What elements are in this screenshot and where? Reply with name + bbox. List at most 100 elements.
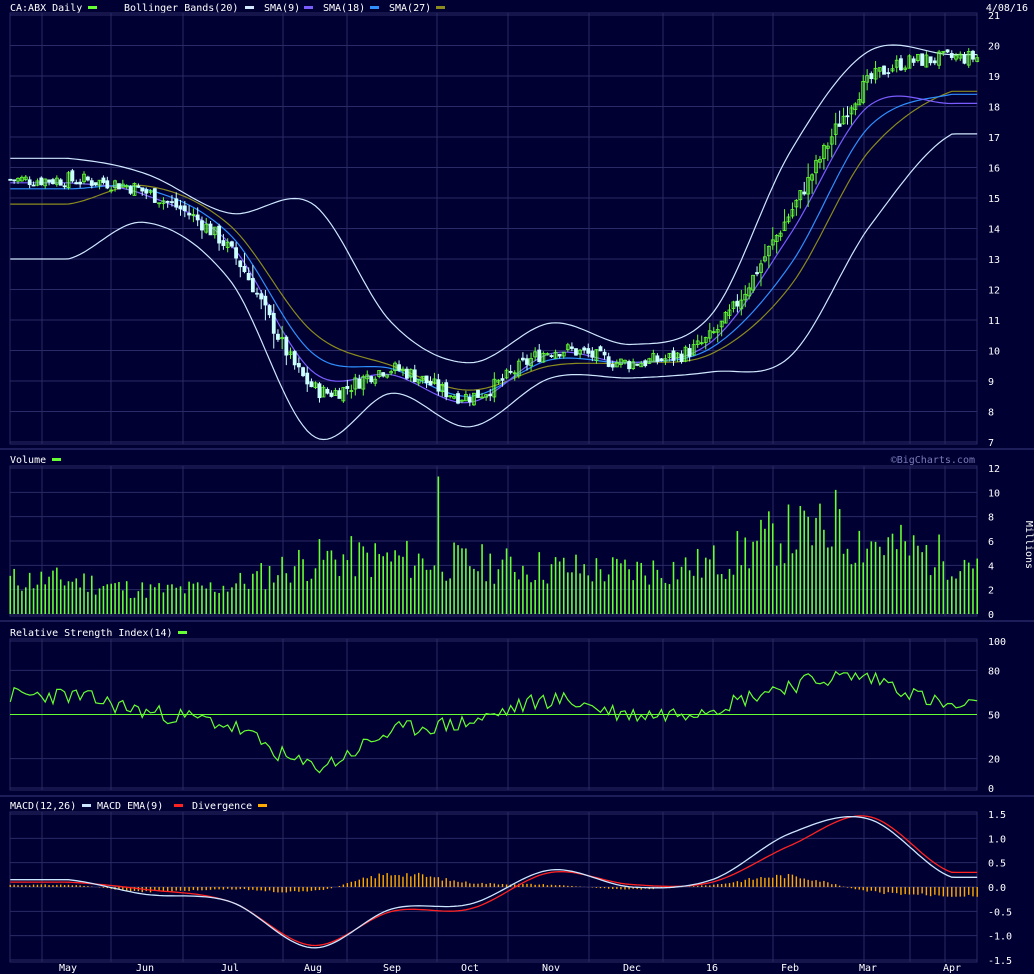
candle-body (735, 300, 740, 307)
candle-body (802, 191, 807, 195)
x-tick-label: Oct (461, 963, 479, 974)
candle-body (424, 375, 429, 384)
candle-body (920, 53, 925, 66)
candle-body (397, 364, 401, 371)
candle-body (93, 182, 98, 186)
volume-axis-label: Millions (1023, 521, 1034, 569)
chart-panels: 7 8 9 10 11 12 13 14 15 16 17 18 19 20 21 0 2 4 6 8 10 12 0 20 5… (0, 11, 1034, 967)
candle-body (444, 382, 449, 398)
candle-body (85, 176, 90, 181)
macd-ema-legend-label: MACD EMA(9) (97, 801, 163, 812)
candle-body (117, 183, 121, 190)
y-tick-label: 0 (988, 784, 994, 795)
rsi-legend-swatch (178, 631, 187, 634)
candle-body (242, 265, 247, 273)
candle-body (70, 170, 75, 182)
rsi-panel-header: Relative Strength Index(14) (10, 628, 187, 639)
candle-body (962, 54, 967, 64)
candle-body (105, 180, 110, 189)
y-tick-label: 2 (988, 586, 994, 597)
x-tick-label: 16 (706, 963, 718, 974)
y-tick-label: 8 (988, 513, 994, 524)
candle-body (101, 177, 106, 183)
candle-body (296, 362, 301, 368)
y-tick-label: 4 (988, 561, 994, 572)
candle-body (570, 346, 574, 349)
candle-body (635, 363, 640, 366)
y-tick-label: 0 (988, 610, 994, 621)
candle-body (574, 348, 578, 356)
candle-body (606, 356, 611, 367)
candle-body (140, 187, 145, 192)
candle-body (276, 333, 280, 340)
candle-body (932, 60, 937, 64)
sma18-legend-label: SMA(18) (323, 3, 365, 14)
candle-body (301, 367, 305, 377)
candle-body (598, 346, 603, 352)
candle-body (12, 179, 17, 182)
candle-body (195, 214, 200, 221)
y-tick-label: 10 (988, 347, 1000, 358)
candle-body (456, 393, 460, 404)
x-tick-label: Jul (221, 963, 239, 974)
y-tick-label: 9 (988, 377, 994, 388)
candle-body (436, 379, 441, 392)
x-tick-label: Dec (623, 963, 641, 974)
volume-title: Volume (10, 455, 46, 466)
y-tick-label: 15 (988, 194, 1000, 205)
candle-body (500, 378, 505, 381)
candle-body (525, 358, 529, 365)
candle-body (845, 115, 850, 118)
candle-body (170, 201, 174, 203)
candle-body (39, 177, 44, 186)
candle-body (144, 189, 149, 194)
candle-body (521, 357, 525, 361)
candle-body (128, 186, 133, 194)
symbol-legend-swatch (88, 6, 97, 9)
y-tick-label: 20 (988, 42, 1000, 53)
macd-line (10, 815, 978, 949)
candle-body (869, 73, 874, 80)
candle-body (345, 386, 350, 389)
candle-body (627, 361, 631, 370)
y-tick-label: 8 (988, 408, 994, 419)
candle-body (263, 295, 268, 306)
candle-body (89, 180, 94, 186)
candle-body (467, 397, 472, 403)
y-tick-label: 11 (988, 316, 1000, 327)
y-tick-label: 12 (988, 464, 1000, 475)
candle-body (369, 376, 374, 383)
y-tick-label: 6 (988, 537, 994, 548)
candle-body (246, 272, 251, 281)
bollinger-upper-line (10, 44, 978, 364)
candle-body (200, 220, 204, 231)
candle-body (78, 181, 83, 185)
candle-body (687, 348, 692, 357)
x-tick-label: May (59, 963, 77, 974)
y-tick-label: -0.5 (988, 907, 1012, 918)
candle-body (755, 272, 759, 275)
candle-body (557, 353, 562, 357)
candle-body (178, 205, 183, 210)
x-tick-label: Apr (943, 963, 961, 974)
candle-body (949, 53, 954, 58)
candle-body (317, 383, 322, 399)
candle-body (31, 184, 36, 187)
candle-body (602, 351, 607, 356)
y-tick-label: 14 (988, 225, 1000, 236)
candle-body (945, 49, 950, 53)
candle-body (928, 56, 933, 64)
stock-chart: CA:ABX Daily Bollinger Bands(20) SMA(9) … (0, 3, 1034, 974)
candle-body (259, 293, 264, 300)
candle-body (643, 360, 648, 367)
y-tick-label: 17 (988, 133, 1000, 144)
candle-body (284, 336, 289, 356)
price-panel-header: CA:ABX Daily Bollinger Bands(20) SMA(9) … (10, 3, 1028, 14)
macd-ema-legend-swatch (174, 804, 183, 807)
bollinger-lower-line (10, 133, 978, 441)
y-tick-label: 10 (988, 488, 1000, 499)
candle-body (357, 378, 362, 389)
rsi-title: Relative Strength Index(14) (10, 628, 173, 639)
candle-body (182, 205, 187, 212)
y-tick-label: 0.0 (988, 883, 1006, 894)
